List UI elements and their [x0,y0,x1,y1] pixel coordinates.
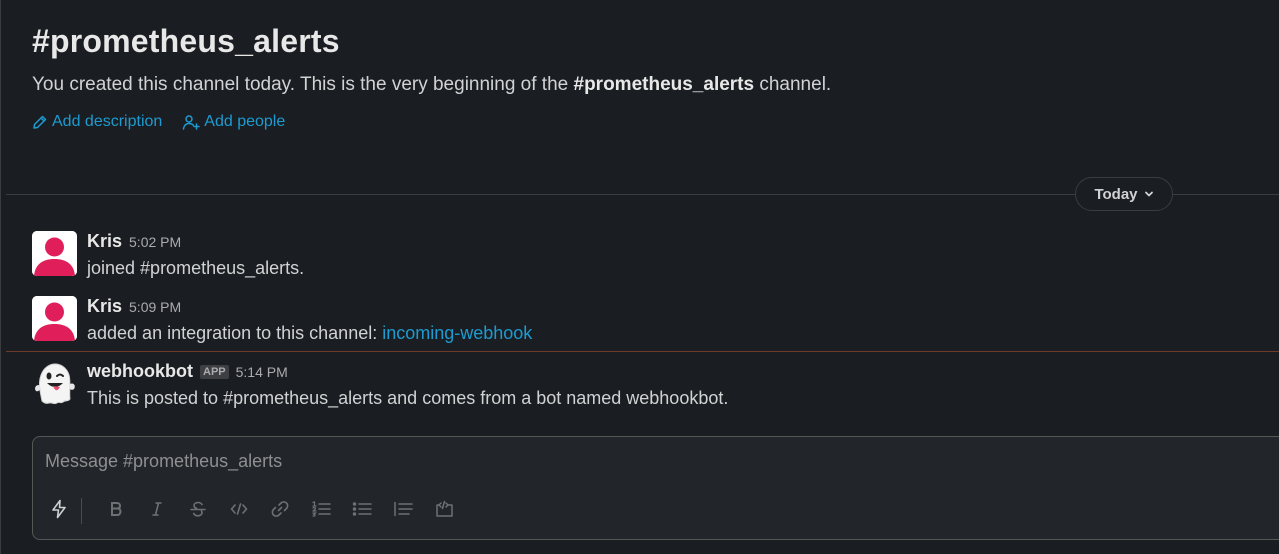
integration-link[interactable]: incoming-webhook [382,323,532,343]
toolbar-separator [81,498,82,524]
code-button[interactable] [225,497,253,525]
day-divider-label: Today [1094,185,1138,203]
code-block-icon [434,500,454,523]
code-icon [230,502,248,521]
message-header: Kris 5:02 PM [87,231,1279,253]
add-description-label: Add description [52,113,163,130]
message-composer [32,436,1279,540]
channel-intro-text: You created this channel today. This is … [32,73,1279,97]
lightning-icon [50,499,68,524]
ordered-list-button[interactable] [307,497,335,525]
link-button[interactable] [266,497,294,525]
chevron-down-icon [1144,186,1154,203]
message-timestamp[interactable]: 5:02 PM [129,234,181,250]
intro-suffix: channel. [754,74,832,95]
message-item[interactable]: Kris 5:09 PM added an integration to thi… [32,296,1279,352]
code-block-button[interactable] [430,497,458,525]
shortcuts-button[interactable] [45,497,73,525]
italic-icon [149,501,165,522]
ghost-icon[interactable] [32,361,77,406]
message-timestamp[interactable]: 5:09 PM [129,299,181,315]
bold-button[interactable] [102,497,130,525]
ordered-list-icon [311,500,331,522]
bold-icon [108,501,124,522]
message-author[interactable]: Kris [87,296,122,317]
message-item[interactable]: Kris 5:02 PM joined #prometheus_alerts. [32,231,1279,287]
message-text: This is posted to #prometheus_alerts and… [87,388,729,408]
link-icon [271,500,289,523]
add-person-icon [182,114,201,130]
message-author[interactable]: Kris [87,231,122,252]
message-header: Kris 5:09 PM [87,296,1279,318]
message-body: Kris 5:09 PM added an integration to thi… [87,296,1279,344]
message-item[interactable]: webhookbot APP 5:14 PM This is posted to… [32,361,1279,417]
app-badge: APP [200,365,229,379]
intro-actions: Add description Add people [32,113,1279,131]
message-input[interactable] [43,450,947,473]
bulleted-list-icon [352,501,372,522]
channel-intro: #prometheus_alerts You created this chan… [32,18,1279,131]
strikethrough-icon [189,501,207,522]
formatting-toolbar [45,495,471,527]
bulleted-list-button[interactable] [348,497,376,525]
message-body: Kris 5:02 PM joined #prometheus_alerts. [87,231,1279,279]
pencil-icon [32,114,48,130]
message-timestamp[interactable]: 5:14 PM [236,364,288,380]
intro-channel-name: #prometheus_alerts [573,74,755,95]
message-header: webhookbot APP 5:14 PM [87,361,1279,383]
strikethrough-button[interactable] [184,497,212,525]
blockquote-button[interactable] [389,497,417,525]
user-avatar-icon[interactable] [32,231,77,276]
italic-button[interactable] [143,497,171,525]
message-text: added an integration to this channel: in… [87,323,1279,344]
new-messages-line [6,351,1279,352]
add-people-button[interactable]: Add people [182,113,285,131]
message-author[interactable]: webhookbot [87,361,193,382]
user-avatar-icon[interactable] [32,296,77,341]
add-description-button[interactable]: Add description [32,113,162,131]
message-body: webhookbot APP 5:14 PM This is posted to… [87,361,1279,409]
message-text: joined #prometheus_alerts. [87,258,305,278]
day-divider-button[interactable]: Today [1075,177,1173,211]
blockquote-icon [393,501,413,522]
channel-view: #prometheus_alerts You created this chan… [0,0,1279,554]
message-text-body: added an integration to this channel: [87,323,383,343]
intro-prefix: You created this channel today. This is … [32,74,574,95]
add-people-label: Add people [204,113,286,130]
channel-title: #prometheus_alerts [32,23,340,59]
